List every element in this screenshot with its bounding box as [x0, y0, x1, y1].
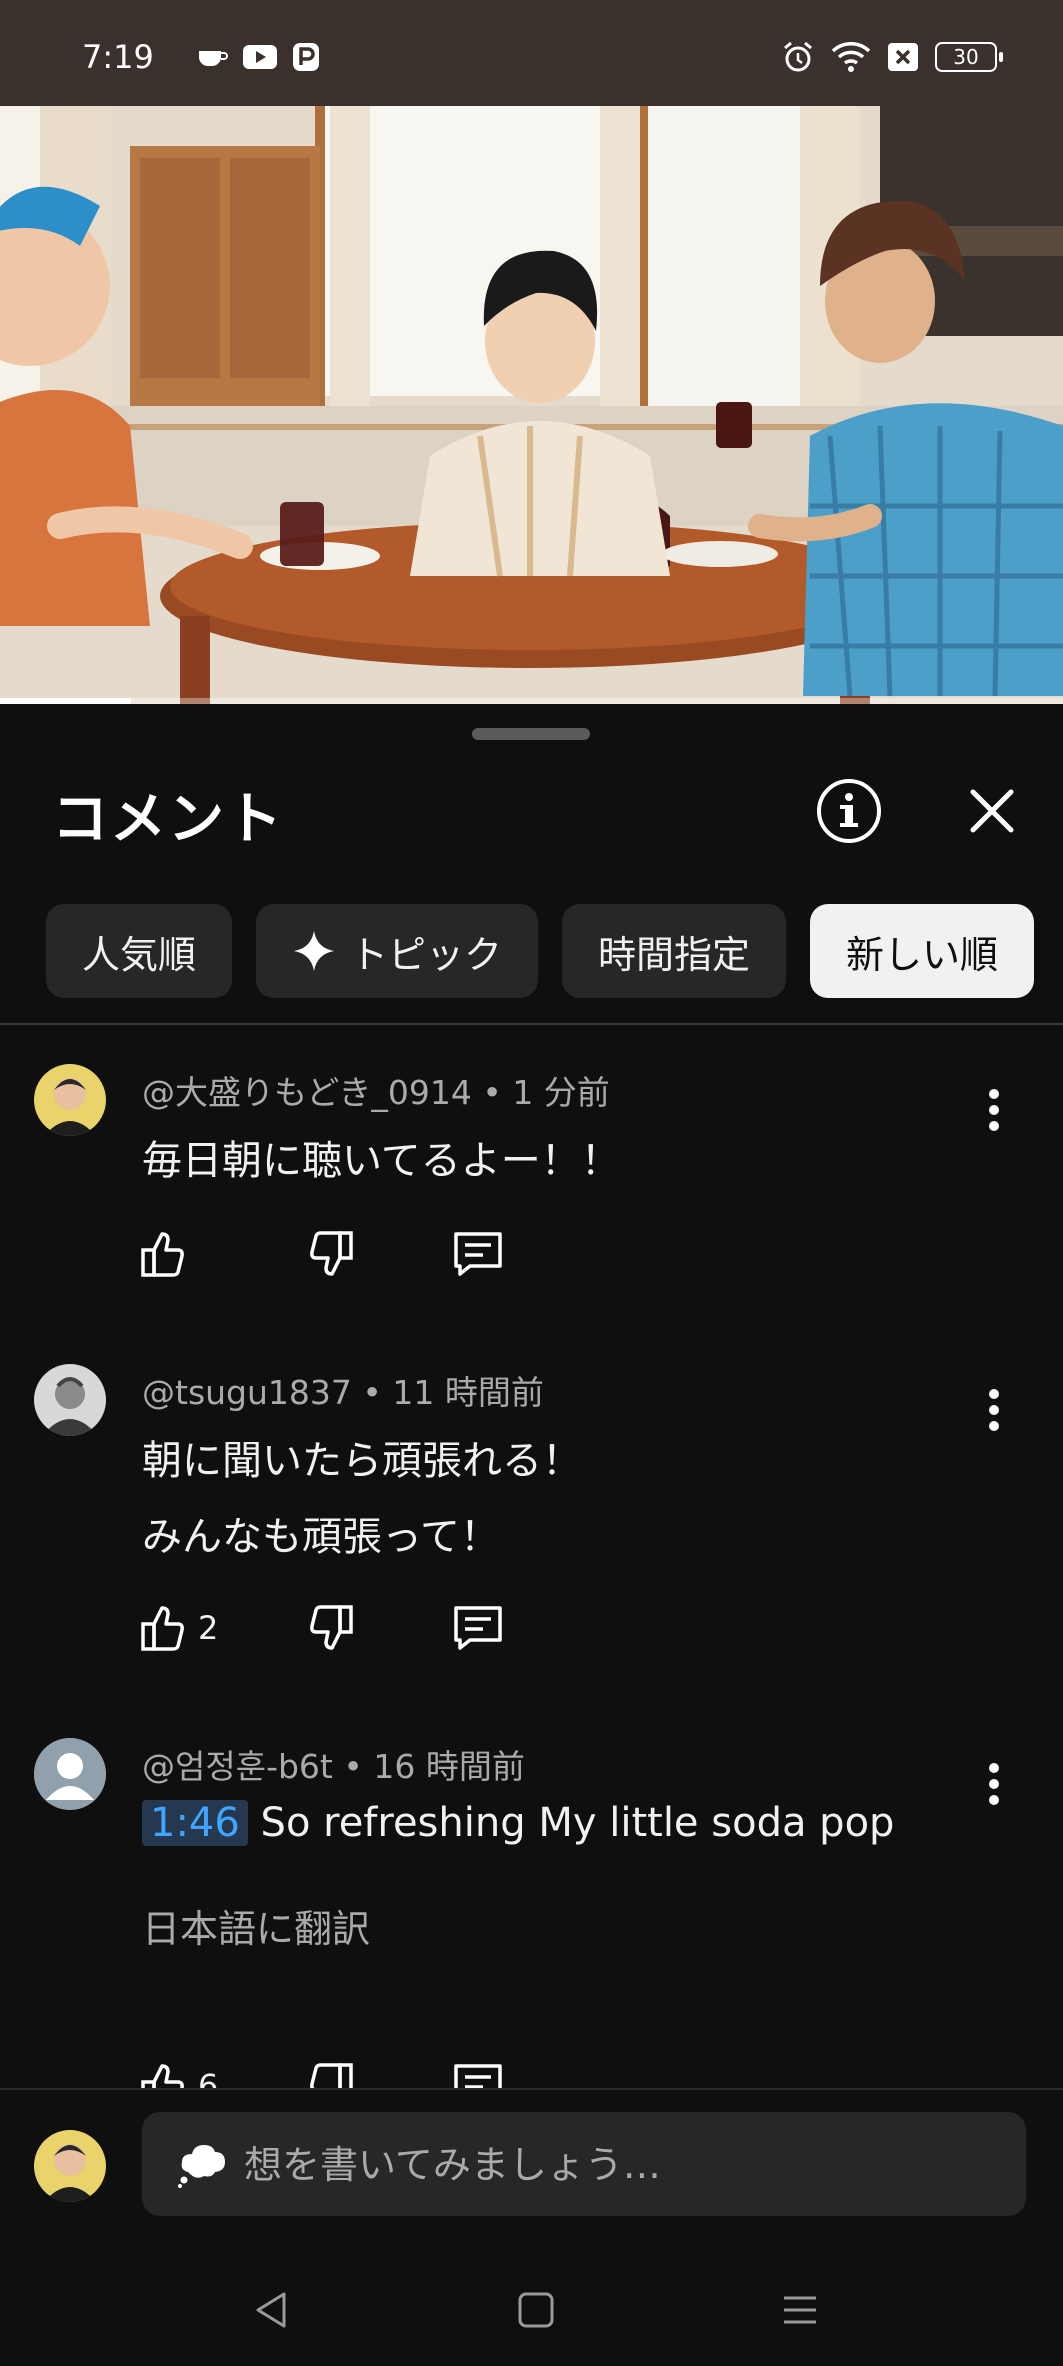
close-button[interactable] — [957, 776, 1027, 846]
comment-time: 1 分前 — [512, 1073, 610, 1112]
timestamp-link[interactable]: 1:46 — [142, 1800, 248, 1846]
chip-timed[interactable]: 時間指定 — [562, 904, 787, 998]
comment-meta: @엄정훈-b6t • 16 時間前 — [142, 1740, 525, 1788]
chip-topics[interactable]: トピック — [256, 904, 539, 998]
more-vert-icon — [989, 1389, 999, 1431]
my-avatar — [34, 2130, 106, 2202]
meta-separator: • — [482, 1073, 502, 1112]
meta-separator: • — [343, 1747, 363, 1786]
comment-composer[interactable] — [142, 2112, 1026, 2218]
avatar-image — [34, 2130, 106, 2202]
avatar-image — [34, 1064, 106, 1136]
comment-text: みんなも頑張って！ — [142, 1514, 500, 1560]
wifi-icon — [831, 42, 871, 72]
comment-composer-bar — [0, 2088, 1063, 2366]
video-player[interactable] — [0, 106, 1063, 704]
reply-button[interactable] — [452, 1604, 504, 1652]
like-button[interactable]: 2 — [140, 1604, 218, 1652]
nav-back-button[interactable] — [242, 2280, 302, 2340]
status-time: 7:19 — [82, 38, 154, 76]
thumbs-up-icon — [141, 1606, 184, 1651]
comment-text: 毎日朝に聴いてるよー！！ — [142, 1138, 621, 1184]
like-button[interactable] — [140, 1230, 198, 1278]
close-box-icon — [888, 43, 918, 71]
comment-meta: @tsugu1837 • 11 時間前 — [142, 1366, 544, 1414]
thumbs-up-icon — [141, 1232, 184, 1277]
youtube-icon — [243, 45, 277, 69]
comment-author[interactable]: @엄정훈-b6t — [142, 1747, 333, 1786]
sort-chips: 人気順 トピック 時間指定 新しい順 — [46, 904, 1035, 998]
battery-icon: 30 — [935, 42, 1003, 72]
more-vert-icon — [989, 1089, 999, 1131]
reply-comment-icon — [454, 1232, 502, 1276]
chip-popular[interactable]: 人気順 — [46, 904, 233, 998]
reply-comment-icon — [454, 1606, 502, 1650]
default-avatar-icon — [34, 1738, 106, 1810]
info-icon — [817, 779, 881, 843]
home-square-icon — [518, 2292, 554, 2328]
chip-label: 新しい順 — [846, 932, 999, 977]
chip-newest[interactable]: 新しい順 — [810, 904, 1035, 998]
comment-text: 朝に聞いたら頑張れる！ — [142, 1438, 582, 1484]
menu-lines-icon — [784, 2296, 816, 2324]
thumbs-down-icon — [310, 1605, 353, 1650]
thumbs-down-icon — [310, 1231, 353, 1276]
comment-text: 1:46 So refreshing My little soda pop — [142, 1800, 894, 1846]
battery-level: 30 — [953, 45, 979, 69]
back-triangle-icon — [256, 2292, 286, 2328]
comment-author[interactable]: @大盛りもどき_0914 — [142, 1073, 472, 1112]
video-frame — [0, 106, 1063, 704]
status-app-icons — [196, 42, 320, 72]
drag-handle[interactable] — [472, 728, 590, 740]
reply-button[interactable] — [452, 1230, 504, 1278]
chip-label: トピック — [350, 932, 503, 977]
chip-label: 時間指定 — [598, 932, 751, 977]
dislike-button[interactable] — [306, 1230, 354, 1278]
p-app-icon — [293, 43, 319, 71]
like-count: 2 — [198, 1609, 219, 1647]
comment-input[interactable] — [242, 2112, 1006, 2218]
comment-author[interactable]: @tsugu1837 — [142, 1373, 352, 1412]
avatar-image — [34, 1364, 106, 1436]
translate-link[interactable]: 日本語に翻訳 — [142, 1898, 370, 1953]
comment-menu-button[interactable] — [976, 1080, 1012, 1140]
cup-icon — [199, 51, 228, 66]
comment-menu-button[interactable] — [976, 1380, 1012, 1440]
comment-meta: @大盛りもどき_0914 • 1 分前 — [142, 1066, 610, 1114]
chip-label: 人気順 — [82, 932, 197, 977]
status-bar: 7:19 30 — [0, 0, 1063, 106]
avatar[interactable] — [34, 1738, 106, 1810]
avatar[interactable] — [34, 1064, 106, 1136]
avatar[interactable] — [34, 1364, 106, 1436]
thought-bubble-icon — [178, 2145, 225, 2188]
comment-actions — [140, 1230, 540, 1290]
comment-actions: 2 — [140, 1604, 540, 1664]
comment-time: 16 時間前 — [373, 1747, 525, 1786]
alarm-icon — [784, 41, 812, 72]
dislike-button[interactable] — [306, 1604, 354, 1652]
comment-time: 11 時間前 — [392, 1373, 544, 1412]
comment-text-content: So refreshing My little soda pop — [260, 1800, 895, 1846]
system-navigation-bar — [0, 2260, 1063, 2360]
more-vert-icon — [989, 1763, 999, 1805]
meta-separator: • — [362, 1373, 382, 1412]
sparkle-icon — [294, 931, 335, 971]
close-icon — [970, 789, 1014, 833]
info-button[interactable] — [814, 776, 884, 846]
divider — [0, 1023, 1063, 1025]
comment-menu-button[interactable] — [976, 1754, 1012, 1814]
comments-title: コメント — [52, 787, 284, 852]
nav-home-button[interactable] — [506, 2280, 566, 2340]
nav-recents-button[interactable] — [770, 2280, 830, 2340]
status-right: 30 — [781, 40, 1003, 74]
